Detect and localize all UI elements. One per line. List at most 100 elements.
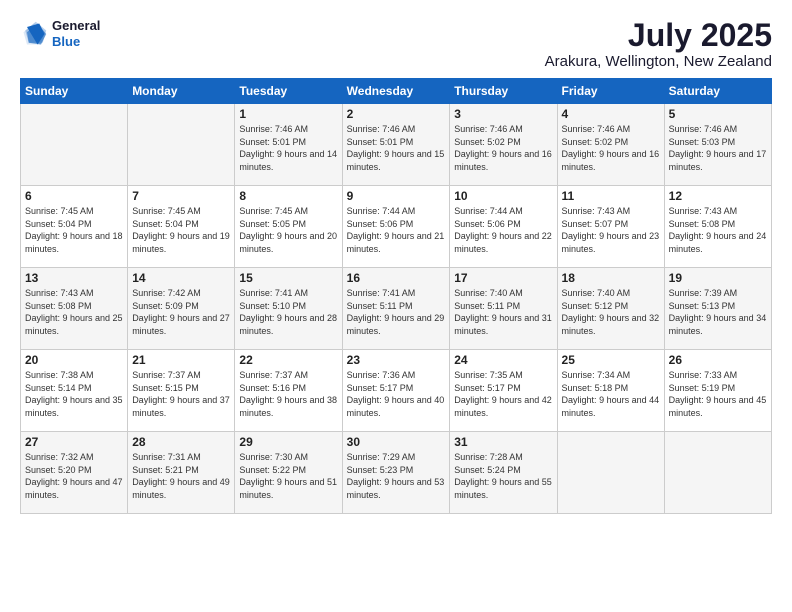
- calendar-week-row: 1 Sunrise: 7:46 AM Sunset: 5:01 PM Daylig…: [21, 104, 772, 186]
- calendar-cell: [21, 104, 128, 186]
- day-info: Sunrise: 7:42 AM Sunset: 5:09 PM Dayligh…: [132, 287, 230, 337]
- calendar-cell: 13 Sunrise: 7:43 AM Sunset: 5:08 PM Dayli…: [21, 268, 128, 350]
- calendar-week-row: 6 Sunrise: 7:45 AM Sunset: 5:04 PM Daylig…: [21, 186, 772, 268]
- page: General Blue July 2025 Arakura, Wellingt…: [0, 0, 792, 612]
- day-number: 14: [132, 271, 230, 285]
- day-number: 4: [562, 107, 660, 121]
- weekday-header-row: SundayMondayTuesdayWednesdayThursdayFrid…: [21, 79, 772, 104]
- weekday-header-thursday: Thursday: [450, 79, 557, 104]
- calendar-cell: 8 Sunrise: 7:45 AM Sunset: 5:05 PM Daylig…: [235, 186, 342, 268]
- day-info: Sunrise: 7:45 AM Sunset: 5:05 PM Dayligh…: [239, 205, 337, 255]
- calendar-cell: 16Sunrise: 7:41 AM Sunset: 5:11 PM Dayli…: [342, 268, 450, 350]
- header: General Blue July 2025 Arakura, Wellingt…: [20, 18, 772, 70]
- day-info: Sunrise: 7:45 AM Sunset: 5:04 PM Dayligh…: [25, 205, 123, 255]
- calendar-cell: 4 Sunrise: 7:46 AM Sunset: 5:02 PM Daylig…: [557, 104, 664, 186]
- calendar-cell: 20Sunrise: 7:38 AM Sunset: 5:14 PM Dayli…: [21, 350, 128, 432]
- day-info: Sunrise: 7:32 AM Sunset: 5:20 PM Dayligh…: [25, 451, 123, 501]
- calendar-cell: 1 Sunrise: 7:46 AM Sunset: 5:01 PM Daylig…: [235, 104, 342, 186]
- location-title: Arakura, Wellington, New Zealand: [545, 53, 772, 70]
- day-number: 12: [669, 189, 767, 203]
- calendar-cell: 27Sunrise: 7:32 AM Sunset: 5:20 PM Dayli…: [21, 432, 128, 514]
- day-number: 25: [562, 353, 660, 367]
- day-info: Sunrise: 7:35 AM Sunset: 5:17 PM Dayligh…: [454, 369, 552, 419]
- day-number: 5: [669, 107, 767, 121]
- calendar-body: 1 Sunrise: 7:46 AM Sunset: 5:01 PM Daylig…: [21, 104, 772, 514]
- calendar-cell: 14 Sunrise: 7:42 AM Sunset: 5:09 PM Dayli…: [128, 268, 235, 350]
- day-info: Sunrise: 7:37 AM Sunset: 5:15 PM Dayligh…: [132, 369, 230, 419]
- day-info: Sunrise: 7:46 AM Sunset: 5:01 PM Dayligh…: [347, 123, 446, 173]
- calendar-cell: 31Sunrise: 7:28 AM Sunset: 5:24 PM Dayli…: [450, 432, 557, 514]
- weekday-header-saturday: Saturday: [664, 79, 771, 104]
- calendar-cell: 2Sunrise: 7:46 AM Sunset: 5:01 PM Daylig…: [342, 104, 450, 186]
- day-number: 9: [347, 189, 446, 203]
- day-number: 19: [669, 271, 767, 285]
- day-info: Sunrise: 7:34 AM Sunset: 5:18 PM Dayligh…: [562, 369, 660, 419]
- day-number: 1: [239, 107, 337, 121]
- day-info: Sunrise: 7:44 AM Sunset: 5:06 PM Dayligh…: [454, 205, 552, 255]
- logo-text: General Blue: [52, 18, 100, 49]
- calendar-week-row: 20Sunrise: 7:38 AM Sunset: 5:14 PM Dayli…: [21, 350, 772, 432]
- day-number: 31: [454, 435, 552, 449]
- calendar-table: SundayMondayTuesdayWednesdayThursdayFrid…: [20, 78, 772, 514]
- logo-general: General: [52, 18, 100, 34]
- day-info: Sunrise: 7:41 AM Sunset: 5:10 PM Dayligh…: [239, 287, 337, 337]
- day-info: Sunrise: 7:44 AM Sunset: 5:06 PM Dayligh…: [347, 205, 446, 255]
- title-area: July 2025 Arakura, Wellington, New Zeala…: [545, 18, 772, 70]
- calendar-cell: 11 Sunrise: 7:43 AM Sunset: 5:07 PM Dayli…: [557, 186, 664, 268]
- day-number: 11: [562, 189, 660, 203]
- calendar-cell: 17 Sunrise: 7:40 AM Sunset: 5:11 PM Dayli…: [450, 268, 557, 350]
- day-number: 22: [239, 353, 337, 367]
- day-info: Sunrise: 7:46 AM Sunset: 5:01 PM Dayligh…: [239, 123, 337, 173]
- calendar-cell: 24 Sunrise: 7:35 AM Sunset: 5:17 PM Dayli…: [450, 350, 557, 432]
- calendar-cell: 28Sunrise: 7:31 AM Sunset: 5:21 PM Dayli…: [128, 432, 235, 514]
- day-number: 8: [239, 189, 337, 203]
- day-info: Sunrise: 7:46 AM Sunset: 5:02 PM Dayligh…: [562, 123, 660, 173]
- day-info: Sunrise: 7:43 AM Sunset: 5:07 PM Dayligh…: [562, 205, 660, 255]
- day-number: 21: [132, 353, 230, 367]
- day-info: Sunrise: 7:31 AM Sunset: 5:21 PM Dayligh…: [132, 451, 230, 501]
- weekday-header-wednesday: Wednesday: [342, 79, 450, 104]
- day-number: 26: [669, 353, 767, 367]
- calendar-cell: 21 Sunrise: 7:37 AM Sunset: 5:15 PM Dayli…: [128, 350, 235, 432]
- day-info: Sunrise: 7:43 AM Sunset: 5:08 PM Dayligh…: [25, 287, 123, 337]
- weekday-header-friday: Friday: [557, 79, 664, 104]
- day-info: Sunrise: 7:39 AM Sunset: 5:13 PM Dayligh…: [669, 287, 767, 337]
- calendar-cell: 6 Sunrise: 7:45 AM Sunset: 5:04 PM Daylig…: [21, 186, 128, 268]
- day-number: 15: [239, 271, 337, 285]
- day-number: 3: [454, 107, 552, 121]
- day-number: 10: [454, 189, 552, 203]
- day-info: Sunrise: 7:41 AM Sunset: 5:11 PM Dayligh…: [347, 287, 446, 337]
- calendar-cell: 25 Sunrise: 7:34 AM Sunset: 5:18 PM Dayli…: [557, 350, 664, 432]
- day-number: 30: [347, 435, 446, 449]
- day-info: Sunrise: 7:40 AM Sunset: 5:12 PM Dayligh…: [562, 287, 660, 337]
- logo-icon: [20, 20, 48, 48]
- day-info: Sunrise: 7:37 AM Sunset: 5:16 PM Dayligh…: [239, 369, 337, 419]
- day-number: 7: [132, 189, 230, 203]
- day-number: 13: [25, 271, 123, 285]
- calendar-cell: [557, 432, 664, 514]
- day-number: 17: [454, 271, 552, 285]
- day-number: 29: [239, 435, 337, 449]
- day-info: Sunrise: 7:46 AM Sunset: 5:03 PM Dayligh…: [669, 123, 767, 173]
- day-info: Sunrise: 7:30 AM Sunset: 5:22 PM Dayligh…: [239, 451, 337, 501]
- logo: General Blue: [20, 18, 100, 49]
- calendar-cell: 26Sunrise: 7:33 AM Sunset: 5:19 PM Dayli…: [664, 350, 771, 432]
- day-number: 6: [25, 189, 123, 203]
- day-info: Sunrise: 7:43 AM Sunset: 5:08 PM Dayligh…: [669, 205, 767, 255]
- day-number: 20: [25, 353, 123, 367]
- calendar-cell: 5 Sunrise: 7:46 AM Sunset: 5:03 PM Daylig…: [664, 104, 771, 186]
- calendar-cell: 12 Sunrise: 7:43 AM Sunset: 5:08 PM Dayli…: [664, 186, 771, 268]
- weekday-header-tuesday: Tuesday: [235, 79, 342, 104]
- month-title: July 2025: [545, 18, 772, 53]
- day-info: Sunrise: 7:36 AM Sunset: 5:17 PM Dayligh…: [347, 369, 446, 419]
- calendar-cell: 9 Sunrise: 7:44 AM Sunset: 5:06 PM Daylig…: [342, 186, 450, 268]
- calendar-cell: [664, 432, 771, 514]
- calendar-cell: 7Sunrise: 7:45 AM Sunset: 5:04 PM Daylig…: [128, 186, 235, 268]
- calendar-week-row: 27Sunrise: 7:32 AM Sunset: 5:20 PM Dayli…: [21, 432, 772, 514]
- calendar-cell: 3Sunrise: 7:46 AM Sunset: 5:02 PM Daylig…: [450, 104, 557, 186]
- calendar-cell: 22 Sunrise: 7:37 AM Sunset: 5:16 PM Dayli…: [235, 350, 342, 432]
- weekday-header-monday: Monday: [128, 79, 235, 104]
- day-number: 23: [347, 353, 446, 367]
- day-number: 24: [454, 353, 552, 367]
- day-info: Sunrise: 7:40 AM Sunset: 5:11 PM Dayligh…: [454, 287, 552, 337]
